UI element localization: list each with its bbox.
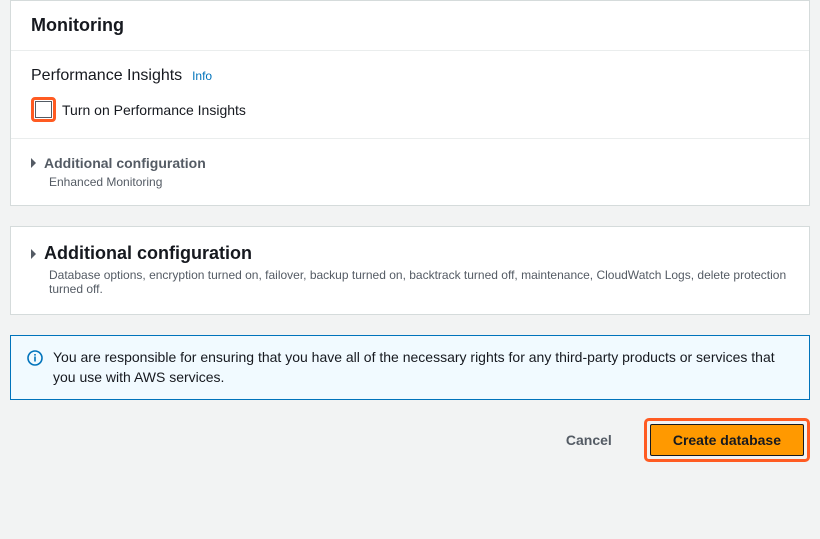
additional-config-sub-1: Enhanced Monitoring — [49, 175, 789, 189]
chevron-right-icon — [31, 249, 36, 259]
additional-config-monitoring: Additional configuration Enhanced Monito… — [11, 139, 809, 205]
chevron-right-icon — [31, 158, 36, 168]
cancel-button[interactable]: Cancel — [546, 426, 632, 454]
additional-config-expander-2[interactable]: Additional configuration — [31, 243, 789, 264]
perf-insights-checkbox-label: Turn on Performance Insights — [62, 102, 246, 118]
panel-header: Monitoring — [11, 1, 809, 51]
additional-config-label-2: Additional configuration — [44, 243, 252, 264]
info-icon — [27, 350, 43, 366]
perf-insights-checkbox[interactable] — [35, 101, 52, 118]
create-db-highlight: Create database — [644, 418, 810, 462]
performance-insights-section: Performance Insights Info Turn on Perfor… — [11, 51, 809, 139]
monitoring-panel: Monitoring Performance Insights Info Tur… — [10, 0, 810, 206]
responsibility-notice: You are responsible for ensuring that yo… — [10, 335, 810, 400]
additional-config-summary: Database options, encryption turned on, … — [49, 268, 789, 296]
monitoring-title: Monitoring — [31, 15, 124, 35]
action-bar: Cancel Create database — [10, 418, 810, 462]
additional-config-label-1: Additional configuration — [44, 155, 206, 171]
additional-config-panel: Additional configuration Database option… — [10, 226, 810, 315]
info-link[interactable]: Info — [192, 69, 212, 83]
additional-config-expander-1[interactable]: Additional configuration — [31, 155, 789, 171]
notice-text: You are responsible for ensuring that yo… — [53, 348, 793, 387]
checkbox-highlight — [31, 97, 56, 122]
create-database-button[interactable]: Create database — [650, 424, 804, 456]
perf-insights-checkbox-row[interactable]: Turn on Performance Insights — [31, 97, 246, 122]
perf-insights-title: Performance Insights — [31, 67, 182, 84]
